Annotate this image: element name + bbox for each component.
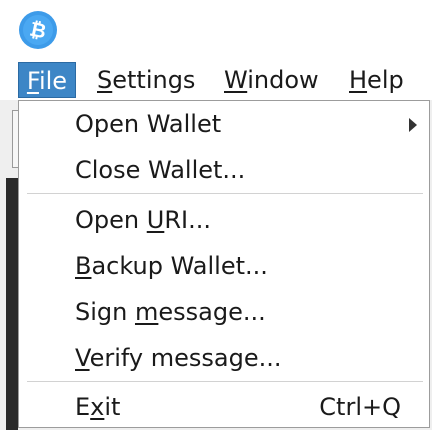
exit-label: Exit <box>75 385 120 429</box>
menu-window-mnemonic: W <box>224 66 248 94</box>
exit-menu-item[interactable]: Exit Ctrl+Q <box>19 385 429 429</box>
open-wallet-text: Open Wallet <box>75 110 222 138</box>
menu-separator <box>27 381 423 382</box>
backup-wallet-menu-item[interactable]: Backup Wallet... <box>19 244 429 288</box>
file-menu-dropdown: Open Wallet Close Wallet... Open URI... … <box>18 100 430 428</box>
menu-file[interactable]: File <box>18 62 76 98</box>
submenu-arrow-icon <box>409 118 417 132</box>
open-wallet-label: Open Wallet <box>75 102 221 146</box>
menu-window-label: indow <box>247 66 319 94</box>
verify-message-mnemonic: V <box>75 344 90 372</box>
open-wallet-menu-item[interactable]: Open Wallet <box>19 102 429 146</box>
menu-settings-mnemonic: S <box>97 66 113 94</box>
bitcoin-logo-icon: ₿ <box>19 11 57 49</box>
menu-help-label: elp <box>367 66 404 94</box>
menu-bar: File Settings Window Help <box>0 58 432 100</box>
open-uri-text-before: Open <box>75 206 147 234</box>
sign-message-mnemonic: m <box>134 298 159 326</box>
open-uri-menu-item[interactable]: Open URI... <box>19 198 429 242</box>
sign-message-text-after: essage... <box>158 298 266 326</box>
sign-message-label: Sign message... <box>75 290 266 334</box>
exit-text-after: it <box>104 393 121 421</box>
menu-settings[interactable]: Settings <box>97 62 195 98</box>
close-wallet-label: Close Wallet... <box>75 148 245 192</box>
backup-wallet-mnemonic: B <box>75 252 92 280</box>
menu-window[interactable]: Window <box>224 62 319 98</box>
verify-message-menu-item[interactable]: Verify message... <box>19 336 429 380</box>
verify-message-text-after: erify message... <box>89 344 282 372</box>
open-uri-text-after: RI... <box>164 206 211 234</box>
open-uri-label: Open URI... <box>75 198 211 242</box>
menu-settings-label: ettings <box>112 66 196 94</box>
sign-message-menu-item[interactable]: Sign message... <box>19 290 429 334</box>
menu-file-mnemonic: F <box>26 67 39 95</box>
backup-wallet-label: Backup Wallet... <box>75 244 268 288</box>
open-uri-mnemonic: U <box>146 206 165 234</box>
menu-help-mnemonic: H <box>349 66 368 94</box>
backdrop-sidebar <box>6 178 18 430</box>
verify-message-label: Verify message... <box>75 336 281 380</box>
menu-file-label: ile <box>38 67 68 95</box>
exit-text-before: E <box>75 393 91 421</box>
close-wallet-text: Close Wallet... <box>75 156 246 184</box>
menu-separator <box>27 193 423 194</box>
close-wallet-menu-item[interactable]: Close Wallet... <box>19 148 429 192</box>
exit-mnemonic: x <box>90 393 105 421</box>
exit-shortcut: Ctrl+Q <box>319 393 401 421</box>
application-window: ₿ File Settings Window Help Open Wallet … <box>0 0 432 430</box>
backup-wallet-text-after: ackup Wallet... <box>91 252 268 280</box>
title-bar: ₿ <box>0 0 432 58</box>
sign-message-text-before: Sign <box>75 298 135 326</box>
menu-help[interactable]: Help <box>349 62 404 98</box>
